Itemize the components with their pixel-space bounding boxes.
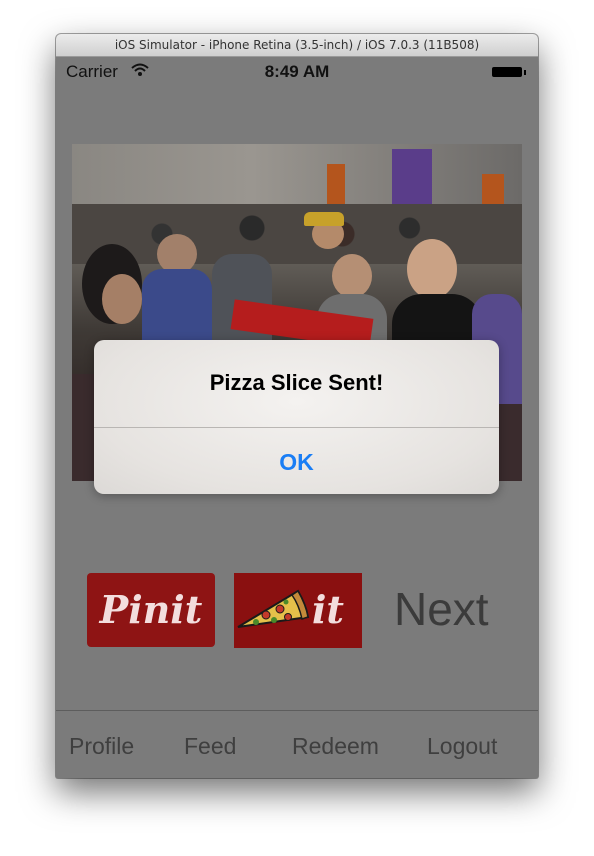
pin-it-button[interactable]: Pinit xyxy=(87,573,215,647)
pizza-it-label: it xyxy=(312,587,344,632)
alert-title: Pizza Slice Sent! xyxy=(209,370,384,395)
alert-dialog: Pizza Slice Sent! OK xyxy=(94,340,499,494)
pizza-slice-icon xyxy=(237,589,310,628)
tab-bar: Profile Feed Redeem Logout xyxy=(56,710,538,778)
status-time: 8:49 AM xyxy=(264,62,330,81)
window-title: iOS Simulator - iPhone Retina (3.5-inch)… xyxy=(56,34,538,57)
next-button[interactable]: Next xyxy=(394,582,489,636)
tab-profile[interactable]: Profile xyxy=(69,733,134,760)
tab-logout[interactable]: Logout xyxy=(427,733,497,760)
status-bar: Carrier 8:49 AM xyxy=(56,57,538,87)
tab-redeem[interactable]: Redeem xyxy=(292,733,379,760)
pizza-it-button[interactable]: it xyxy=(234,573,362,648)
battery-icon xyxy=(492,67,522,77)
tab-feed[interactable]: Feed xyxy=(184,733,236,760)
battery-tip xyxy=(524,70,526,75)
alert-ok-button[interactable]: OK xyxy=(94,428,499,494)
